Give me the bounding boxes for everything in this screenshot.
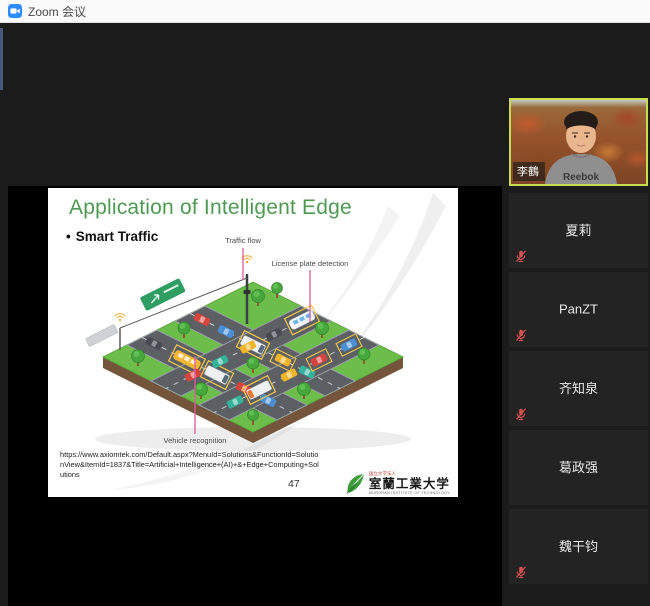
source-url: https://www.axiomtek.com/Default.aspx?Me… xyxy=(60,450,392,479)
participant-video-tile[interactable]: Reebok 李鶴 xyxy=(509,98,648,186)
participant-name: 齐知泉 xyxy=(509,377,648,396)
participant-name: PanZT xyxy=(509,301,648,316)
traffic-illustration: Traffic flow License plate detection Veh… xyxy=(58,232,418,467)
participant-name: 葛政强 xyxy=(509,456,648,475)
license-plate-label: License plate detection xyxy=(272,259,349,268)
bullet-marker: • xyxy=(66,229,71,244)
presentation-slide: Application of Intelligent Edge • Smart T… xyxy=(48,188,458,497)
muted-mic-icon xyxy=(515,408,527,421)
source-url-line: utions xyxy=(60,470,392,480)
participant-name: 魏干钧 xyxy=(509,535,648,554)
participant-tile[interactable]: 魏干钧 xyxy=(509,509,648,584)
muted-mic-icon xyxy=(515,329,527,342)
participant-name: 夏莉 xyxy=(509,219,648,238)
traffic-flow-label: Traffic flow xyxy=(225,236,261,245)
slide-bullet: • Smart Traffic xyxy=(66,229,158,244)
participant-tile[interactable]: 齐知泉 xyxy=(509,351,648,426)
screen-share-area: Application of Intelligent Edge • Smart T… xyxy=(8,186,502,606)
muted-mic-icon xyxy=(515,566,527,579)
shirt-brand-text: Reebok xyxy=(563,172,600,183)
wifi-icon xyxy=(115,314,126,321)
window-titlebar: Zoom 会议 xyxy=(0,0,650,23)
logo-university-text: 室蘭工業大学 xyxy=(369,477,450,491)
participant-tile[interactable]: PanZT xyxy=(509,272,648,347)
bullet-text: Smart Traffic xyxy=(76,229,159,244)
highway-sign xyxy=(140,278,186,311)
slide-page-number: 47 xyxy=(288,478,300,490)
participant-tile[interactable]: 夏莉 xyxy=(509,193,648,268)
participant-tile[interactable]: 葛政强 xyxy=(509,430,648,505)
university-logo: 国立大学法人 室蘭工業大学 MURORAN INSTITUTE OF TECHN… xyxy=(345,471,450,495)
source-url-line: https://www.axiomtek.com/Default.aspx?Me… xyxy=(60,450,392,460)
slide-title: Application of Intelligent Edge xyxy=(69,196,352,220)
vehicle-recognition-label: Vehicle recognition xyxy=(164,436,227,445)
logo-subtitle-text: MURORAN INSTITUTE OF TECHNOLOGY xyxy=(369,491,450,495)
window-edge-strip xyxy=(0,28,3,90)
participant-name-overlay: 李鶴 xyxy=(513,162,545,181)
leaf-logo-icon xyxy=(345,472,366,495)
muted-mic-icon xyxy=(515,250,527,263)
source-url-line: nView&ItemId=1837&Title=Artificial+Intel… xyxy=(60,460,392,470)
zoom-app-icon xyxy=(8,4,22,18)
window-title: Zoom 会议 xyxy=(28,3,86,20)
